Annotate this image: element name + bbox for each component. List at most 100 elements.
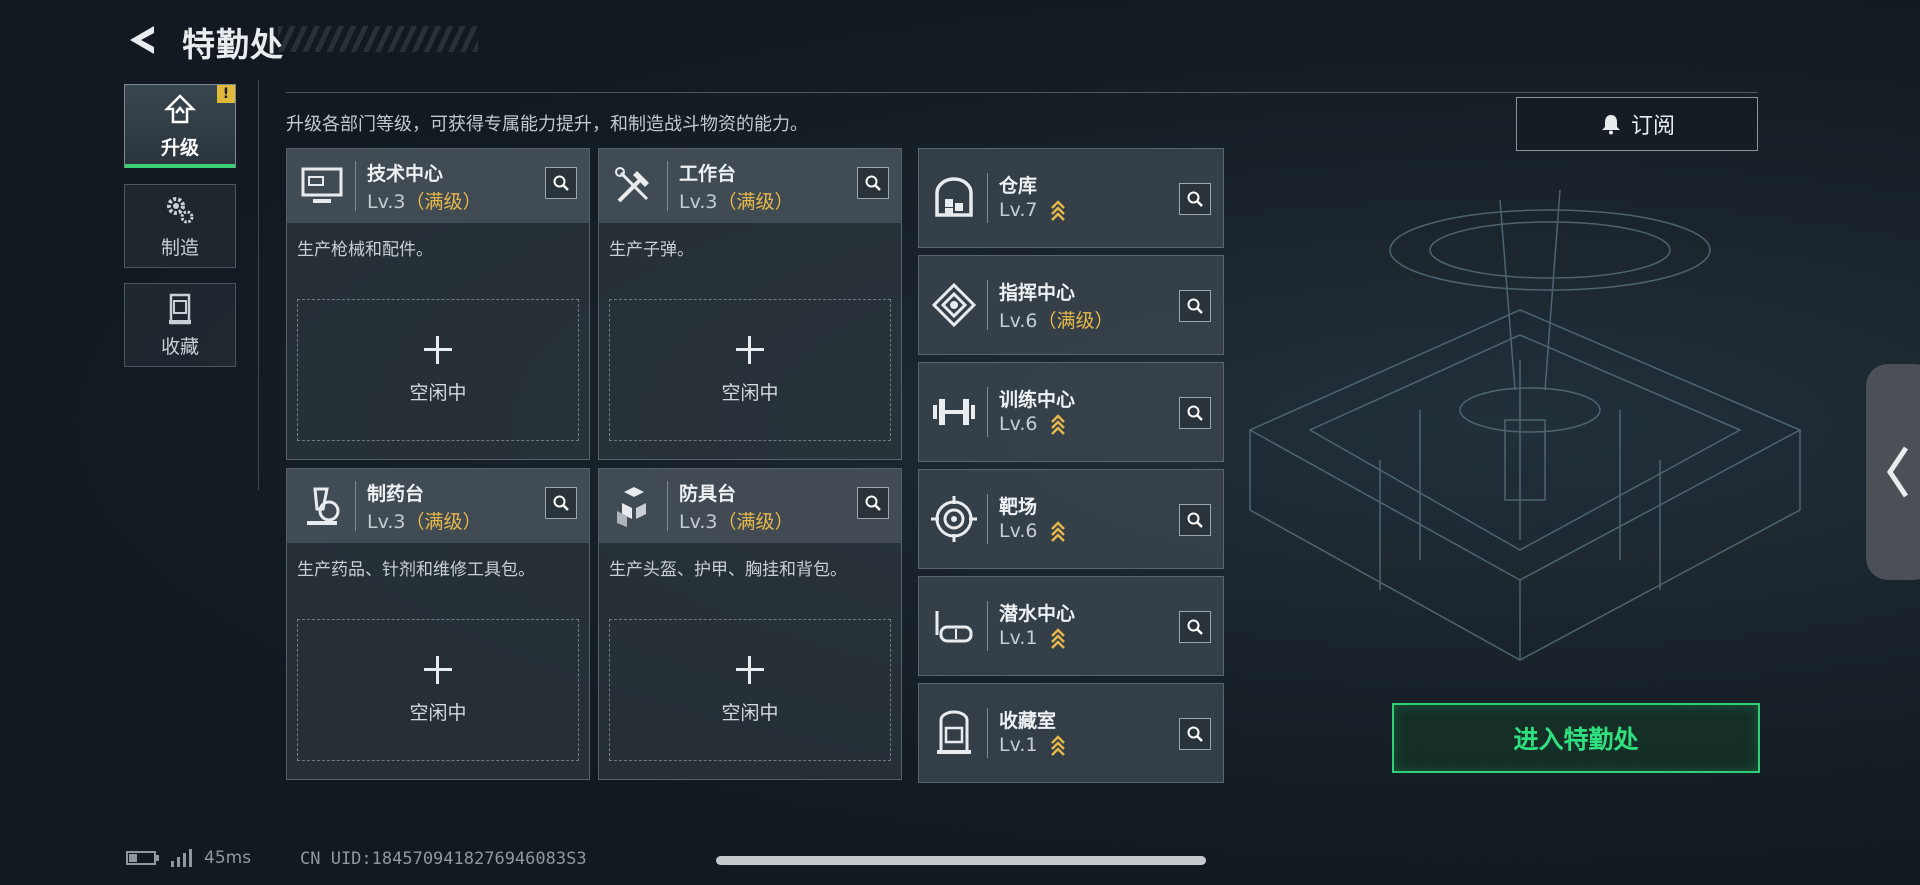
production-slot[interactable]: 空闲中 bbox=[297, 299, 579, 441]
facility-card-diving-center[interactable]: 潜水中心 Lv.1 bbox=[918, 576, 1224, 676]
card-separator bbox=[987, 280, 988, 330]
facility-card-armor-bench[interactable]: 防具台 Lv.3（满级） 生产头盔、护甲、胸挂和背包。 空闲中 bbox=[598, 468, 902, 780]
facility-level: Lv.3（满级） bbox=[679, 191, 794, 213]
status-bar: 45ms bbox=[126, 848, 251, 868]
facility-card-workbench[interactable]: 工作台 Lv.3（满级） 生产子弹。 空闲中 bbox=[598, 148, 902, 460]
production-slot[interactable]: 空闲中 bbox=[297, 619, 579, 761]
warehouse-icon bbox=[935, 177, 973, 217]
upgrade-available-icon bbox=[1050, 520, 1065, 542]
gears-icon bbox=[167, 196, 194, 223]
facility-card-training-center[interactable]: 训练中心 Lv.6 bbox=[918, 362, 1224, 462]
signal-icon bbox=[171, 849, 192, 867]
back-button[interactable] bbox=[124, 22, 160, 58]
facility-name: 防具台 bbox=[679, 483, 737, 505]
target-icon bbox=[931, 496, 977, 542]
inspect-button[interactable] bbox=[1179, 183, 1211, 215]
facility-name: 指挥中心 bbox=[999, 282, 1076, 304]
tools-icon bbox=[615, 167, 649, 203]
inspect-button[interactable] bbox=[857, 167, 889, 199]
top-divider bbox=[286, 92, 1758, 93]
search-icon bbox=[1187, 298, 1203, 314]
search-icon bbox=[1187, 619, 1203, 635]
inspect-button[interactable] bbox=[1179, 504, 1211, 536]
card-separator bbox=[667, 481, 668, 531]
facility-card-tech-center[interactable]: 技术中心 Lv.3（满级） 生产枪械和配件。 空闲中 bbox=[286, 148, 590, 460]
search-icon bbox=[1187, 191, 1203, 207]
nav-tab-craft[interactable]: 制造 bbox=[124, 184, 236, 268]
slot-status: 空闲中 bbox=[721, 701, 779, 724]
nav-label: 收藏 bbox=[160, 335, 199, 358]
home-indicator[interactable] bbox=[716, 856, 1206, 865]
plus-icon bbox=[424, 335, 452, 364]
page-description: 升级各部门等级，可获得专属能力提升，和制造战斗物资的能力。 bbox=[286, 114, 808, 135]
facility-card-shooting-range[interactable]: 靶场 Lv.6 bbox=[918, 469, 1224, 569]
dumbbell-icon bbox=[933, 399, 975, 425]
card-separator bbox=[987, 494, 988, 544]
facility-description: 生产药品、针剂和维修工具包。 bbox=[297, 560, 535, 580]
nav-tab-collection[interactable]: 收藏 bbox=[124, 283, 236, 367]
enter-special-ops-button[interactable]: 进入特勤处 bbox=[1392, 703, 1760, 773]
subscribe-button[interactable]: 订阅 bbox=[1516, 97, 1758, 151]
nav-divider bbox=[258, 80, 259, 490]
nav-label: 制造 bbox=[160, 236, 199, 259]
side-drawer-handle[interactable] bbox=[1866, 364, 1920, 580]
inspect-button[interactable] bbox=[1179, 718, 1211, 750]
card-separator bbox=[355, 161, 356, 211]
collection-icon bbox=[169, 293, 191, 324]
inspect-button[interactable] bbox=[1179, 611, 1211, 643]
search-icon bbox=[865, 495, 881, 511]
facility-level: Lv.1 bbox=[999, 734, 1066, 757]
diving-mask-icon bbox=[935, 611, 973, 643]
nav-label: 升级 bbox=[160, 136, 199, 159]
facility-description: 生产枪械和配件。 bbox=[297, 240, 433, 260]
facility-level: Lv.6 bbox=[999, 413, 1066, 436]
inspect-button[interactable] bbox=[1179, 290, 1211, 322]
user-uid: CN UID:1845709418276946083S3 bbox=[300, 849, 587, 869]
facility-description: 生产子弹。 bbox=[609, 240, 694, 260]
monitor-icon bbox=[301, 167, 343, 203]
facility-name: 制药台 bbox=[367, 483, 425, 505]
facility-name: 收藏室 bbox=[999, 710, 1057, 732]
facility-card-pharmacy[interactable]: 制药台 Lv.3（满级） 生产药品、针剂和维修工具包。 空闲中 bbox=[286, 468, 590, 780]
upgrade-available-icon bbox=[1050, 413, 1065, 435]
facility-card-command-center[interactable]: 指挥中心 Lv.6（满级） bbox=[918, 255, 1224, 355]
facility-name: 工作台 bbox=[679, 163, 737, 185]
inspect-button[interactable] bbox=[1179, 397, 1211, 429]
facility-card-warehouse[interactable]: 仓库 Lv.7 bbox=[918, 148, 1224, 248]
ping-value: 45ms bbox=[204, 848, 252, 868]
facility-name: 仓库 bbox=[999, 175, 1038, 197]
back-arrow-icon bbox=[130, 26, 154, 54]
facility-level: Lv.3（满级） bbox=[367, 511, 482, 533]
plus-icon bbox=[736, 335, 764, 364]
search-icon bbox=[553, 175, 569, 191]
nav-tab-upgrade[interactable]: ! 升级 bbox=[124, 84, 236, 168]
inspect-button[interactable] bbox=[857, 487, 889, 519]
card-separator bbox=[667, 161, 668, 211]
upgrade-available-icon bbox=[1050, 199, 1065, 221]
facility-level: Lv.3（满级） bbox=[679, 511, 794, 533]
upgrade-available-icon bbox=[1050, 734, 1065, 756]
production-slot[interactable]: 空闲中 bbox=[609, 299, 891, 441]
facility-card-collection-room[interactable]: 收藏室 Lv.1 bbox=[918, 683, 1224, 783]
facility-level: Lv.3（满级） bbox=[367, 191, 482, 213]
plus-icon bbox=[736, 655, 764, 684]
facility-level: Lv.7 bbox=[999, 199, 1066, 222]
card-separator bbox=[987, 601, 988, 651]
facility-name: 训练中心 bbox=[999, 389, 1076, 411]
production-slot[interactable]: 空闲中 bbox=[609, 619, 891, 761]
inspect-button[interactable] bbox=[545, 487, 577, 519]
armor-cubes-icon bbox=[617, 487, 646, 527]
card-separator bbox=[987, 708, 988, 758]
inspect-button[interactable] bbox=[545, 167, 577, 199]
battery-icon bbox=[126, 851, 159, 865]
facility-name: 技术中心 bbox=[367, 163, 444, 185]
collection-room-icon bbox=[937, 710, 971, 754]
search-icon bbox=[1187, 512, 1203, 528]
facility-level: Lv.6（满级） bbox=[999, 310, 1114, 332]
facility-name: 靶场 bbox=[999, 496, 1038, 518]
facility-level: Lv.6 bbox=[999, 520, 1066, 543]
upgrade-available-icon bbox=[1050, 627, 1065, 649]
microscope-icon bbox=[307, 487, 340, 525]
bell-icon bbox=[1601, 115, 1620, 135]
command-icon bbox=[931, 282, 977, 328]
